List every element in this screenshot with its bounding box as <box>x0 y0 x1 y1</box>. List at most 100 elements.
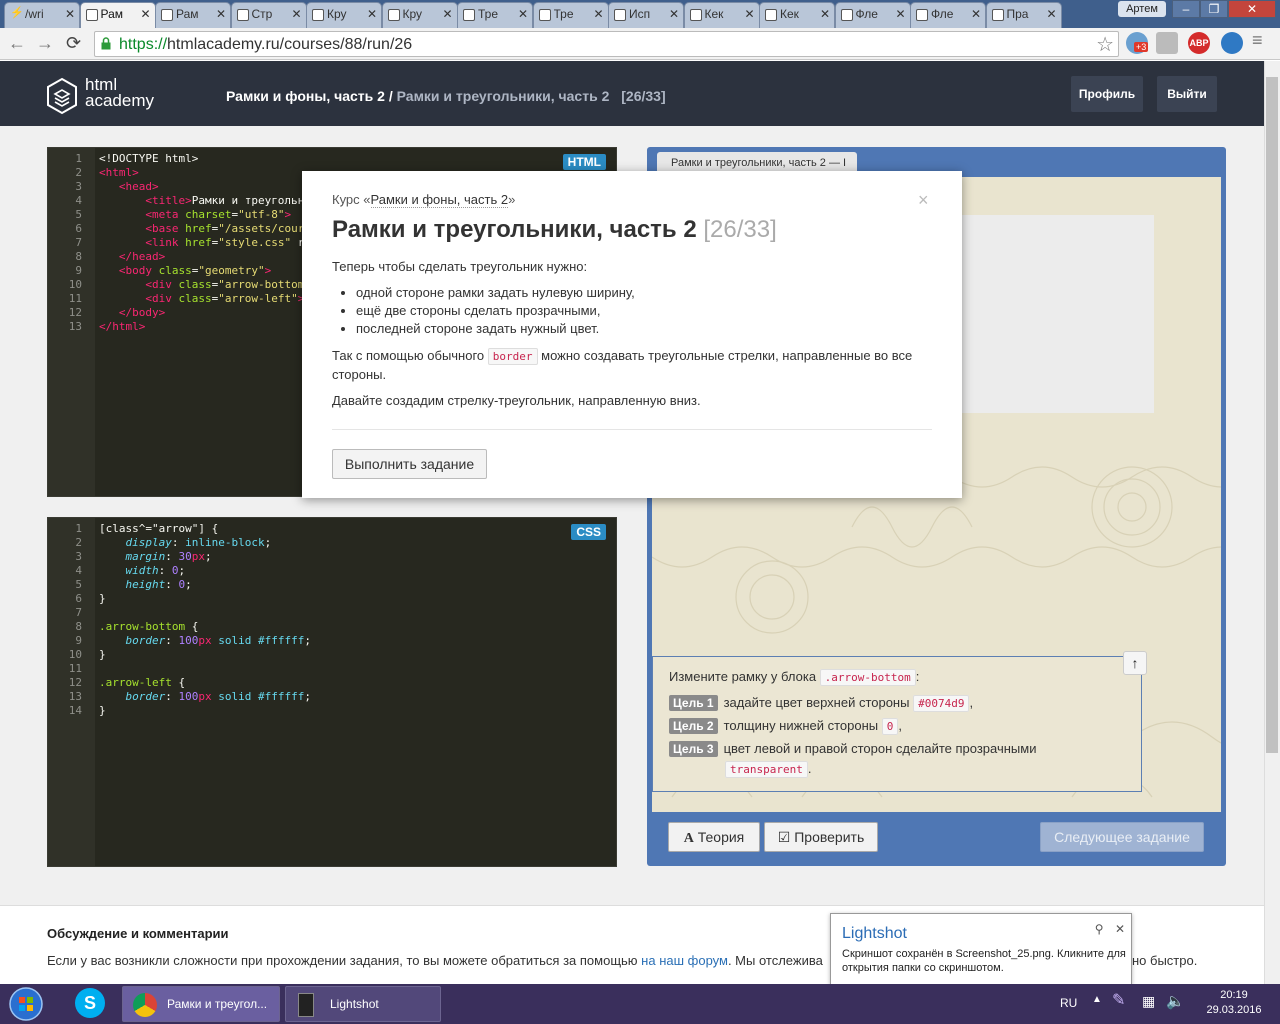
browser-tab-label: Исп <box>629 7 651 21</box>
address-bar[interactable]: https://htmlacademy.ru/courses/88/run/26… <box>94 31 1119 57</box>
profile-button[interactable]: Профиль <box>1071 76 1143 112</box>
goal-1-text: задайте цвет верхней стороны <box>723 695 910 710</box>
pin-icon[interactable]: ⚲ <box>1095 922 1104 936</box>
breadcrumb-separator: / <box>384 88 397 104</box>
close-icon[interactable]: ✕ <box>1115 922 1125 936</box>
adblock-plus-icon[interactable]: ABP <box>1188 32 1210 54</box>
chrome-menu-icon[interactable]: ≡ <box>1252 30 1263 51</box>
browser-tab-label: Кек <box>780 7 799 21</box>
close-window-button[interactable]: ✕ <box>1228 0 1276 18</box>
tray-expand-icon[interactable]: ▲ <box>1092 994 1102 1005</box>
discussion-text: Если у вас возникли сложности при прохож… <box>47 953 823 968</box>
browser-tab[interactable]: Кру ✕ <box>381 2 458 28</box>
htmlacademy-icon <box>538 9 551 21</box>
start-task-button[interactable]: Выполнить задание <box>332 449 487 479</box>
discussion-text-after: . Мы отслежива <box>727 953 823 968</box>
browser-profile-button[interactable]: Артем <box>1118 1 1166 17</box>
url-text: https://htmlacademy.ru/courses/88/run/26 <box>119 36 412 54</box>
breadcrumb-course[interactable]: Рамки и фоны, часть 2 <box>226 88 385 104</box>
bookmark-star-icon[interactable]: ☆ <box>1096 32 1114 57</box>
back-icon[interactable]: ← <box>8 33 26 54</box>
tab-close-icon[interactable]: ✕ <box>669 7 679 21</box>
next-task-button[interactable]: Следующее задание <box>1040 822 1204 852</box>
lightshot-notification[interactable]: Lightshot ⚲ ✕ Скриншот сохранён в Screen… <box>830 913 1132 985</box>
goal-2-code: 0 <box>881 718 899 735</box>
lock-icon <box>101 37 111 50</box>
tab-close-icon[interactable]: ✕ <box>140 7 150 21</box>
taskbar-chrome-label: Рамки и треугол... <box>167 997 268 1011</box>
css-code[interactable]: 1 [class^="arrow"] { 2 display: inline-bl… <box>48 522 311 718</box>
forward-icon[interactable]: → <box>36 33 54 54</box>
modal-divider <box>332 429 932 430</box>
theory-button[interactable]: A Теория <box>668 822 760 852</box>
tab-close-icon[interactable]: ✕ <box>971 7 981 21</box>
browser-tab[interactable]: Пра ✕ <box>985 2 1062 28</box>
browser-tab[interactable]: ⚡/wri ✕ <box>4 2 80 28</box>
tab-close-icon[interactable]: ✕ <box>367 7 377 21</box>
tab-close-icon[interactable]: ✕ <box>820 7 830 21</box>
tab-close-icon[interactable]: ✕ <box>518 7 528 21</box>
htmlacademy-icon <box>916 9 928 21</box>
language-indicator[interactable]: RU <box>1060 996 1077 1010</box>
scrollbar-thumb[interactable] <box>1266 77 1278 753</box>
system-clock[interactable]: 20:19 29.03.2016 <box>1198 988 1270 1018</box>
tab-close-icon[interactable]: ✕ <box>1046 7 1056 21</box>
goal-1-badge: Цель 1 <box>669 695 718 711</box>
lightshot-message[interactable]: Скриншот сохранён в Screenshot_25.png. К… <box>842 947 1127 975</box>
reload-icon[interactable]: ⟳ <box>66 33 81 54</box>
browser-tab[interactable]: Кек ✕ <box>683 2 760 28</box>
browser-tab[interactable]: Фле ✕ <box>834 2 911 28</box>
browser-tab[interactable]: Исп ✕ <box>608 2 684 28</box>
browser-tab[interactable]: Рам ✕ <box>155 2 231 28</box>
taskbar-lightshot[interactable]: Lightshot <box>285 986 441 1022</box>
tab-close-icon[interactable]: ✕ <box>65 7 75 21</box>
windows-start-icon[interactable] <box>6 986 46 1022</box>
html-code[interactable]: 1 <!DOCTYPE html> 2 <html> 3 <head> 4 <tit… <box>48 152 305 334</box>
tab-close-icon[interactable]: ✕ <box>291 7 301 21</box>
modal-close-icon[interactable]: × <box>918 190 929 211</box>
browser-tab-label: Рам <box>100 7 124 21</box>
forum-link[interactable]: на наш форум <box>641 953 728 968</box>
volume-icon[interactable]: 🔈 <box>1166 992 1185 1010</box>
tab-close-icon[interactable]: ✕ <box>895 7 905 21</box>
browser-tab[interactable]: Тре ✕ <box>532 2 609 28</box>
logout-button[interactable]: Выйти <box>1157 76 1217 112</box>
goal-3-text: цвет левой и правой сторон сделайте проз… <box>723 741 1037 756</box>
modal-paragraph-1: Теперь чтобы сделать треугольник нужно: <box>332 259 588 274</box>
htmlacademy-logo-icon <box>47 77 77 115</box>
goals-intro-code: .arrow-bottom <box>819 669 916 686</box>
browser-tab-label: Тре <box>478 7 499 21</box>
network-icon[interactable]: ▦ <box>1142 993 1155 1010</box>
htmlacademy-logo[interactable]: html academy <box>46 76 176 117</box>
browser-tab[interactable]: Кек ✕ <box>759 2 835 28</box>
collapse-goals-arrow-icon[interactable]: ↑ <box>1123 651 1147 675</box>
css-lang-badge: CSS <box>571 524 606 540</box>
tab-close-icon[interactable]: ✕ <box>593 7 603 21</box>
logo-line-2: academy <box>85 91 154 110</box>
shield-extension-icon[interactable] <box>1156 32 1178 54</box>
goal-1-code: #0074d9 <box>913 695 970 712</box>
skype-icon[interactable]: S <box>75 988 105 1018</box>
lightshot-tray-icon[interactable]: ✎ <box>1112 990 1125 1010</box>
goal-2: Цель 2 толщину нижней стороны 0, <box>669 718 902 735</box>
browser-tab[interactable]: Фле ✕ <box>910 2 986 28</box>
htmlacademy-icon <box>236 9 249 21</box>
globe-extension-icon[interactable] <box>1221 32 1243 54</box>
maximize-button[interactable]: ❐ <box>1200 0 1228 18</box>
browser-tab[interactable]: Рам ✕ <box>79 2 156 28</box>
check-button[interactable]: ☑ Проверить <box>764 822 878 852</box>
css-editor[interactable]: 1 [class^="arrow"] { 2 display: inline-bl… <box>47 517 617 867</box>
minimize-button[interactable]: – <box>1172 0 1200 18</box>
clock-date: 29.03.2016 <box>1206 1004 1262 1016</box>
modal-paragraph-3: Давайте создадим стрелку-треугольник, на… <box>332 393 701 408</box>
breadcrumb-lesson: Рамки и треугольники, часть 2 <box>396 88 610 104</box>
browser-tab[interactable]: Тре ✕ <box>457 2 533 28</box>
tab-close-icon[interactable]: ✕ <box>216 7 226 21</box>
browser-tab[interactable]: Стр ✕ <box>230 2 307 28</box>
tab-close-icon[interactable]: ✕ <box>442 7 452 21</box>
tab-close-icon[interactable]: ✕ <box>744 7 754 21</box>
modal-course: Курс «Рамки и фоны, часть 2» <box>332 192 515 208</box>
modal-course-link[interactable]: Рамки и фоны, часть 2 <box>370 192 509 208</box>
browser-tab[interactable]: Кру ✕ <box>306 2 382 28</box>
taskbar-chrome[interactable]: Рамки и треугол... <box>122 986 280 1022</box>
